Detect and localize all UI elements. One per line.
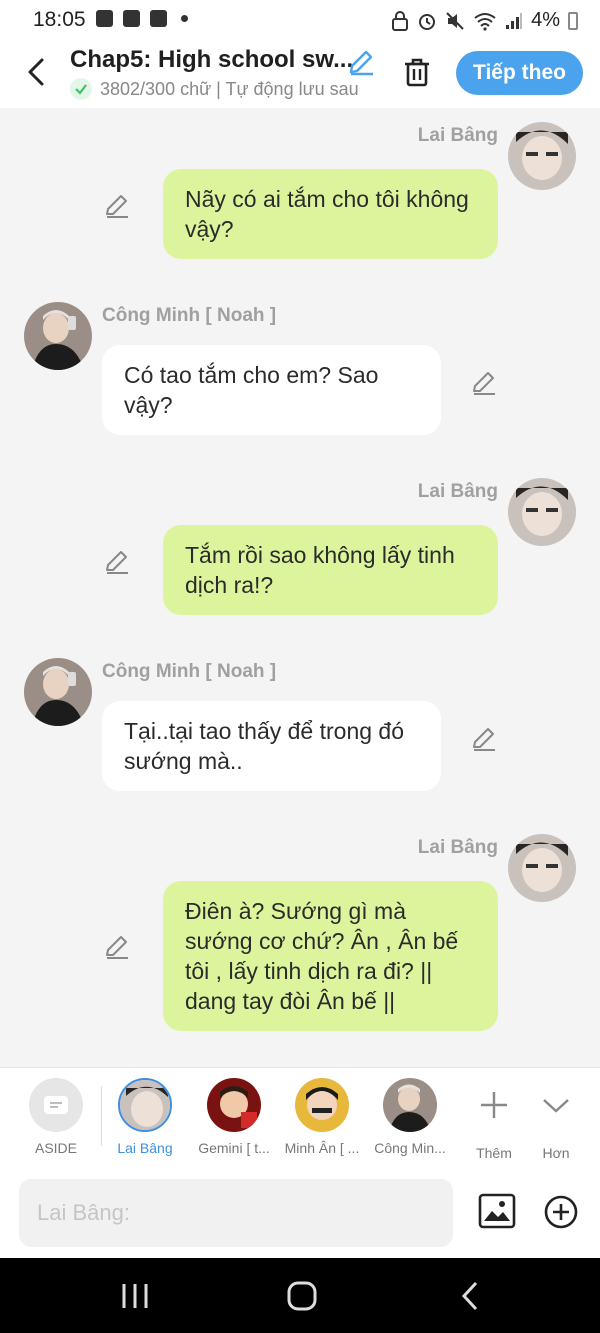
- avatar-lai-bang[interactable]: [508, 478, 576, 546]
- shop-notification-icon: [150, 10, 167, 27]
- character-label: Lai Bâng: [117, 1140, 173, 1156]
- nav-back-icon[interactable]: [458, 1280, 482, 1312]
- trash-icon[interactable]: [402, 56, 432, 88]
- avatar-cong-minh[interactable]: [24, 658, 92, 726]
- more-notifications-dot-icon: [181, 15, 188, 22]
- battery-icon: [568, 11, 578, 30]
- sender-name: Lai Bâng: [417, 837, 498, 858]
- edit-message-pencil-icon[interactable]: [104, 549, 130, 575]
- word-count-text: 3802/300 chữ | Tự động lưu sau: [100, 78, 359, 99]
- message-bubble[interactable]: Có tao tắm cho em? Sao vậy?: [102, 345, 441, 435]
- aside-chat-icon: [29, 1078, 83, 1132]
- character-selector-bar: ASIDE Lai Bâng Gemini [ t... Minh Ân [ .…: [0, 1067, 600, 1170]
- alarm-icon: [419, 13, 436, 30]
- image-picker-icon[interactable]: [478, 1193, 516, 1229]
- character-avatar: [295, 1078, 349, 1132]
- character-minh-an[interactable]: Minh Ân [ ...: [282, 1078, 362, 1156]
- alert-notification-icon: [123, 10, 140, 27]
- word-count-status: 3802/300 chữ | Tự động lưu sau: [70, 78, 359, 100]
- recent-apps-icon[interactable]: [120, 1282, 150, 1310]
- add-circle-icon[interactable]: [543, 1194, 579, 1230]
- message-input-bar: Lai Bâng:: [0, 1169, 600, 1258]
- status-bar: 18:05 4%: [0, 0, 600, 42]
- editor-header: Chap5: High school sw... 3802/300 chữ | …: [0, 42, 600, 108]
- status-time: 18:05: [33, 8, 86, 31]
- character-divider: [101, 1086, 102, 1146]
- sender-name: Lai Bâng: [417, 481, 498, 502]
- saved-check-icon: [70, 78, 92, 100]
- more-characters-button[interactable]: Hơn: [516, 1078, 596, 1161]
- edit-message-pencil-icon[interactable]: [471, 726, 497, 752]
- battery-percent: 4%: [531, 9, 560, 31]
- system-navigation-bar: [0, 1258, 600, 1333]
- character-avatar: [118, 1078, 172, 1132]
- character-cong-minh[interactable]: Công Min...: [370, 1078, 450, 1156]
- gallery-notification-icon: [96, 10, 113, 27]
- edit-message-pencil-icon[interactable]: [104, 193, 130, 219]
- character-gemini[interactable]: Gemini [ t...: [194, 1078, 274, 1156]
- character-avatar: [383, 1078, 437, 1132]
- sender-name: Công Minh [ Noah ]: [102, 305, 277, 326]
- character-label: Gemini [ t...: [198, 1140, 270, 1156]
- character-avatar: [207, 1078, 261, 1132]
- message-bubble[interactable]: Nãy có ai tắm cho tôi không vậy?: [163, 169, 498, 259]
- next-button[interactable]: Tiếp theo: [456, 51, 583, 95]
- avatar-lai-bang[interactable]: [508, 834, 576, 902]
- plus-icon: [481, 1092, 507, 1118]
- notification-icons: [96, 10, 188, 27]
- edit-message-pencil-icon[interactable]: [471, 370, 497, 396]
- character-label: ASIDE: [34, 1140, 77, 1156]
- avatar-cong-minh[interactable]: [24, 302, 92, 370]
- chapter-title[interactable]: Chap5: High school sw...: [70, 46, 353, 74]
- message-bubble[interactable]: Tại..tại tao thấy để trong đó sướng mà..: [102, 701, 441, 791]
- wifi-icon: [474, 12, 496, 31]
- mute-icon: [446, 11, 464, 30]
- character-aside[interactable]: ASIDE: [16, 1078, 96, 1156]
- chevron-down-icon: [543, 1099, 569, 1113]
- message-bubble[interactable]: Điên à? Sướng gì mà sướng cơ chứ? Ân , Â…: [163, 881, 498, 1031]
- character-label: Công Min...: [374, 1140, 446, 1156]
- edit-title-pencil-icon[interactable]: [347, 48, 375, 76]
- sender-name: Lai Bâng: [417, 125, 498, 146]
- system-icons: 4%: [391, 9, 578, 32]
- character-label: Minh Ân [ ...: [284, 1140, 360, 1156]
- lock-alarm-icon: [392, 10, 409, 31]
- message-bubble[interactable]: Tắm rồi sao không lấy tinh dịch ra!?: [163, 525, 498, 615]
- sender-name: Công Minh [ Noah ]: [102, 661, 277, 682]
- avatar-lai-bang[interactable]: [508, 122, 576, 190]
- signal-icon: [506, 12, 523, 29]
- home-icon[interactable]: [286, 1280, 318, 1312]
- character-label: Hơn: [542, 1145, 570, 1161]
- back-arrow-icon[interactable]: [22, 54, 52, 90]
- character-lai-bang-selected[interactable]: Lai Bâng: [105, 1078, 185, 1156]
- edit-message-pencil-icon[interactable]: [104, 934, 130, 960]
- message-input[interactable]: Lai Bâng:: [19, 1179, 453, 1247]
